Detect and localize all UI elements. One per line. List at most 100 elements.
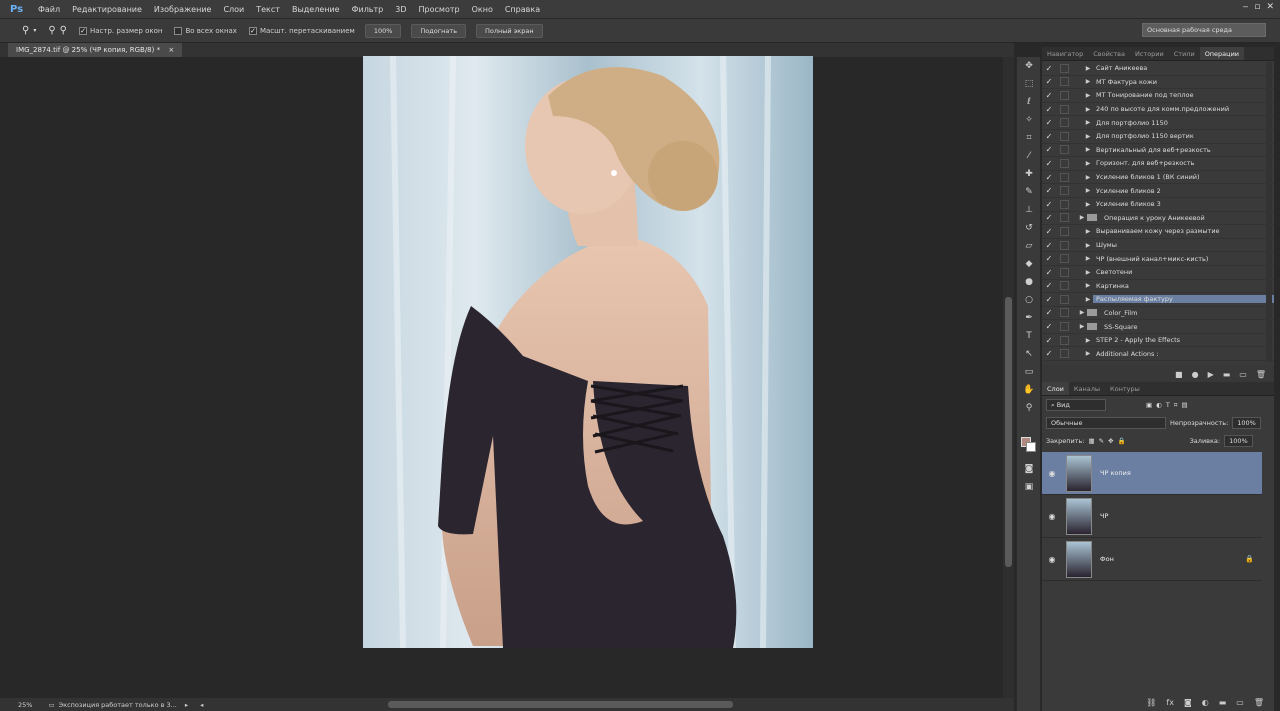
add-mask-icon[interactable]: ◙ [1184,698,1192,707]
check-icon[interactable]: ✓ [1042,295,1056,304]
check-icon[interactable]: ✓ [1042,173,1056,182]
scrubby-zoom-checkbox[interactable]: ✓ Масшт. перетаскиванием [248,26,355,35]
check-icon[interactable]: ✓ [1042,200,1056,209]
tab-2[interactable]: Контуры [1105,382,1145,395]
lock-pixels-icon[interactable]: ▦ [1088,437,1094,445]
dialog-toggle[interactable] [1060,240,1069,250]
action-row[interactable]: ✓ ▶ Горизонт. для веб+резкость [1042,157,1274,171]
fx-icon[interactable]: fx [1166,698,1174,707]
expand-arrow-icon[interactable]: ▶ [1083,146,1093,153]
scroll-left-icon[interactable]: ◂ [200,701,203,709]
tab-0[interactable]: Навигатор [1042,47,1088,60]
menu-item[interactable]: Текст [250,0,286,19]
dialog-toggle[interactable] [1060,254,1069,264]
dialog-toggle[interactable] [1060,322,1069,332]
action-row[interactable]: ✓ ▶ ЧР (внешний канал+микс-кисть) [1042,252,1274,266]
check-icon[interactable]: ✓ [1042,281,1056,290]
action-row[interactable]: ✓ ▶ Additional Actions : [1042,347,1274,362]
layer-thumbnail[interactable] [1066,540,1092,578]
scroll-thumb[interactable] [1005,297,1012,567]
dialog-toggle[interactable] [1060,349,1069,359]
eye-icon[interactable]: ◉ [1042,512,1062,521]
lock-position-icon[interactable]: ✥ [1108,437,1113,445]
actions-scrollbar[interactable] [1266,62,1272,362]
action-row[interactable]: ✓ ▶ Усиление бликов 3 [1042,198,1274,212]
record-icon[interactable]: ● [1192,370,1199,379]
type-tool-icon[interactable]: T [1017,327,1041,345]
dialog-toggle[interactable] [1060,294,1069,304]
zoom-level[interactable]: 25% [18,701,32,709]
action-row[interactable]: ✓ ▶ Для портфолио 1150 вертик [1042,130,1274,144]
new-action-icon[interactable]: ▭ [1239,370,1247,379]
action-row[interactable]: ✓ ▶ Вертикальный для веб+резкость [1042,144,1274,158]
expand-arrow-icon[interactable]: ▶ [1083,160,1093,167]
eye-icon[interactable]: ◉ [1042,469,1062,478]
expand-arrow-icon[interactable]: ▶ [1083,187,1093,194]
workspace-select[interactable]: Основная рабочая среда [1142,23,1266,37]
dialog-toggle[interactable] [1060,281,1069,291]
action-row[interactable]: ✓ ▶ Усиление бликов 2 [1042,184,1274,198]
dialog-toggle[interactable] [1060,63,1069,73]
close-tab-icon[interactable]: × [168,46,174,54]
zoom-in-icon[interactable]: ⚲ [48,25,55,36]
restore-icon[interactable]: ▫ [1254,2,1260,12]
check-icon[interactable]: ✓ [1042,254,1056,263]
action-row[interactable]: ✓ ▶ Распыляемая фактуру [1042,293,1274,307]
clone-stamp-icon[interactable]: ⊥ [1017,201,1041,219]
expand-arrow-icon[interactable]: ▶ [1083,119,1093,126]
lock-all-icon[interactable]: 🔒 [1118,437,1126,445]
dialog-toggle[interactable] [1060,145,1069,155]
new-group-icon[interactable]: ▬ [1219,698,1227,707]
tab-2[interactable]: Истории [1130,47,1169,60]
check-icon[interactable]: ✓ [1042,64,1056,73]
fit-screen-button[interactable]: Подогнать [411,23,467,38]
dialog-toggle[interactable] [1060,158,1069,168]
close-icon[interactable]: ✕ [1266,2,1274,12]
check-icon[interactable]: ✓ [1042,105,1056,114]
hand-tool-icon[interactable]: ✋ [1017,381,1041,399]
expand-arrow-icon[interactable]: ▶ [1083,92,1093,99]
action-row[interactable]: ✓ ▶ 240 по высоте для комм.предложений [1042,103,1274,117]
zoom-tool-icon[interactable]: ⚲ [1017,399,1041,417]
expand-arrow-icon[interactable]: ▶ [1083,65,1093,72]
check-icon[interactable]: ✓ [1042,77,1056,86]
action-row[interactable]: ✓ ▶ Светотени [1042,266,1274,280]
action-row[interactable]: ✓ ▶ SS-Square [1042,320,1274,334]
dialog-toggle[interactable] [1060,172,1069,182]
eyedropper-icon[interactable]: ⁄ [1017,147,1041,165]
check-icon[interactable]: ✓ [1042,336,1056,345]
filter-shape-icon[interactable]: ⌗ [1174,401,1178,410]
check-icon[interactable]: ✓ [1042,268,1056,277]
status-menu-icon[interactable]: ▸ [185,701,188,709]
layer-row[interactable]: ◉ Фон 🔒 [1042,538,1262,581]
layer-thumbnail[interactable] [1066,497,1092,535]
check-icon[interactable]: ✓ [1042,186,1056,195]
filter-type-icon[interactable]: T [1166,401,1170,409]
stop-icon[interactable]: ■ [1175,370,1183,379]
vertical-scrollbar[interactable] [1003,57,1014,698]
action-row[interactable]: ✓ ▶ Color_Film [1042,307,1274,321]
dialog-toggle[interactable] [1060,118,1069,128]
tab-3[interactable]: Стили [1169,47,1200,60]
action-row[interactable]: ✓ ▶ МТ Фактура кожи [1042,76,1274,90]
healing-brush-icon[interactable]: ✚ [1017,165,1041,183]
opacity-field[interactable]: 100% [1232,417,1261,429]
menu-item[interactable]: Окно [466,0,499,19]
quick-select-icon[interactable]: ✧ [1017,111,1041,129]
expand-arrow-icon[interactable]: ▶ [1083,337,1093,344]
menu-item[interactable]: Фильтр [346,0,390,19]
check-icon[interactable]: ✓ [1042,241,1056,250]
background-color-swatch[interactable] [1026,442,1036,452]
lock-icon[interactable]: 🔒 [1245,555,1254,563]
menu-item[interactable]: Слои [217,0,250,19]
expand-arrow-icon[interactable]: ▶ [1083,133,1093,140]
dialog-toggle[interactable] [1060,226,1069,236]
dialog-toggle[interactable] [1060,104,1069,114]
action-row[interactable]: ✓ ▶ Картинка [1042,280,1274,294]
action-row[interactable]: ✓ ▶ Шумы [1042,239,1274,253]
expand-arrow-icon[interactable]: ▶ [1083,296,1093,303]
dialog-toggle[interactable] [1060,199,1069,209]
move-tool-icon[interactable]: ✥ [1017,57,1041,75]
history-brush-icon[interactable]: ↺ [1017,219,1041,237]
new-set-icon[interactable]: ▬ [1223,370,1231,379]
